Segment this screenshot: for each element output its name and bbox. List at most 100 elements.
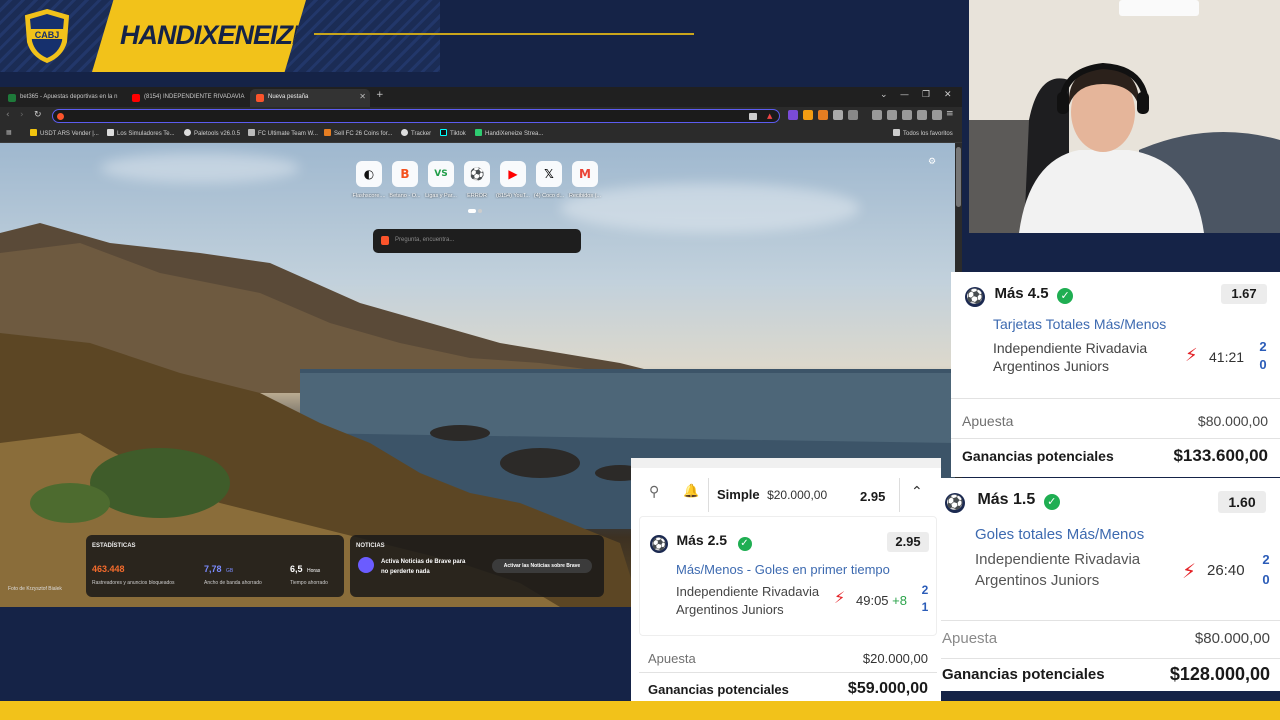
tab-new-tab[interactable]: Nueva pestaña ✕ bbox=[250, 89, 370, 107]
soccer-ball-icon: ⚽ bbox=[965, 287, 985, 307]
stake-label: Apuesta bbox=[962, 413, 1014, 429]
bookmark-item[interactable]: Tracker bbox=[401, 129, 431, 137]
news-title: NOTICIAS bbox=[356, 543, 385, 549]
live-bolt-icon: ⚡ bbox=[834, 588, 846, 607]
extension-icon[interactable] bbox=[788, 110, 798, 120]
shortcut-page-dots[interactable] bbox=[468, 209, 482, 213]
odds-badge[interactable]: 2.95 bbox=[887, 532, 929, 552]
media-icon[interactable] bbox=[872, 110, 882, 120]
restore-button[interactable]: ❐ bbox=[922, 90, 930, 100]
extension-icon[interactable] bbox=[818, 110, 828, 120]
youtube-shortcut-icon[interactable]: ▶ bbox=[500, 161, 526, 187]
extension-icon[interactable] bbox=[833, 110, 843, 120]
tab-title: (8154) INDEPENDIENTE RIVADAVIA bbox=[144, 94, 245, 100]
bookmark-item[interactable]: Sell FC 26 Coins for... bbox=[324, 129, 392, 137]
reload-icon[interactable]: ↻ bbox=[34, 110, 42, 120]
news-widget: NOTICIAS Activa Noticias de Brave para n… bbox=[350, 535, 604, 597]
bookmark-item[interactable]: Los Simuladores Te... bbox=[107, 129, 175, 137]
stake-amount[interactable]: $20.000,00 bbox=[863, 651, 928, 666]
pin-icon[interactable]: ⚲ bbox=[649, 484, 659, 500]
stake-amount: $80.000,00 bbox=[1194, 630, 1270, 647]
team-home: Independiente Rivadavia bbox=[975, 551, 1141, 568]
stake-label: Apuesta bbox=[648, 651, 696, 666]
tab-title: bet365 - Apuestas deportivas en la n bbox=[20, 94, 118, 100]
tab-bet365[interactable]: bet365 - Apuestas deportivas en la n bbox=[2, 89, 124, 107]
error-shortcut-icon[interactable]: ⚽ bbox=[464, 161, 490, 187]
betano-shortcut-icon[interactable]: B bbox=[392, 161, 418, 187]
x-shortcut-icon[interactable]: 𝕏 bbox=[536, 161, 562, 187]
stream-overlay: CABJ HANDIXENEIZE bet365 - Apuestas depo… bbox=[0, 0, 1280, 720]
divider bbox=[951, 398, 1280, 399]
odds-badge[interactable]: 1.60 bbox=[1218, 491, 1266, 513]
returns-label: Ganancias potenciales bbox=[942, 666, 1105, 683]
forward-icon[interactable]: › bbox=[20, 110, 24, 120]
team-away: Argentinos Juniors bbox=[993, 358, 1109, 374]
team-away: Argentinos Juniors bbox=[975, 572, 1100, 589]
selection-name: Más 1.5 bbox=[977, 491, 1036, 508]
address-bar[interactable]: ▲ bbox=[52, 109, 780, 123]
bottom-gold-bar bbox=[0, 701, 1280, 720]
new-tab-button[interactable]: + bbox=[376, 90, 384, 100]
tab-bar: bet365 - Apuestas deportivas en la n (81… bbox=[0, 87, 962, 107]
bookmark-item[interactable]: USDT ARS Vender |... bbox=[30, 129, 99, 137]
vs-shortcut-icon[interactable]: VS bbox=[428, 161, 454, 187]
close-tab-icon[interactable]: ✕ bbox=[359, 92, 366, 101]
back-icon[interactable]: ‹ bbox=[6, 110, 10, 120]
close-window-button[interactable]: ✕ bbox=[944, 90, 952, 100]
extension-icon[interactable] bbox=[803, 110, 813, 120]
gmail-shortcut-icon[interactable]: M bbox=[572, 161, 598, 187]
divider bbox=[940, 658, 1280, 659]
bookmark-item[interactable]: Paletools v26.0.5 bbox=[184, 129, 240, 137]
market-name: Tarjetas Totales Más/Menos bbox=[993, 316, 1167, 332]
search-input[interactable]: Pregunta, encuentra... bbox=[373, 229, 581, 253]
stake-amount: $80.000,00 bbox=[1197, 413, 1268, 429]
news-icon bbox=[358, 557, 374, 573]
returns-amount: $59.000,00 bbox=[847, 680, 928, 697]
brave-icon bbox=[57, 113, 64, 120]
odds-badge[interactable]: 1.67 bbox=[1221, 284, 1267, 304]
bookmark-icon[interactable] bbox=[902, 110, 912, 120]
live-bolt-icon: ⚡ bbox=[1185, 345, 1198, 366]
bookmark-item[interactable]: Tiktok bbox=[440, 129, 466, 137]
apps-grid-icon[interactable]: ▦ bbox=[6, 129, 12, 136]
match-clock: 26:40 bbox=[1207, 562, 1245, 579]
soccer-ball-icon: ⚽ bbox=[945, 493, 965, 513]
sidebar-icon[interactable] bbox=[887, 110, 897, 120]
menu-icon[interactable]: ≡ bbox=[946, 109, 954, 119]
selection-header: ⚽ Más 2.5 ✓ bbox=[650, 532, 752, 553]
check-icon: ✓ bbox=[1057, 288, 1074, 304]
betslip-panel: ⚲ 🔔 Simple $20.000,00 2.95 ⌃ ⚽ Más 2.5 ✓… bbox=[631, 458, 941, 703]
tab-youtube[interactable]: (8154) INDEPENDIENTE RIVADAVIA bbox=[126, 89, 248, 107]
shield-icon[interactable] bbox=[749, 113, 757, 120]
betslip-top-strip bbox=[631, 458, 941, 468]
rewards-icon[interactable]: ▲ bbox=[767, 112, 772, 120]
boca-crest-logo: CABJ bbox=[22, 8, 72, 64]
divider bbox=[899, 478, 900, 512]
chevron-up-icon[interactable]: ⌃ bbox=[911, 484, 923, 500]
match-clock: 49:05 +8 bbox=[856, 593, 907, 608]
divider bbox=[708, 478, 709, 512]
svg-text:CABJ: CABJ bbox=[35, 30, 60, 40]
bookmark-item[interactable]: HandiXeneize Strea... bbox=[475, 129, 543, 137]
team-away: Argentinos Juniors bbox=[676, 602, 784, 617]
shortcut-label: Recibidos (... bbox=[568, 193, 602, 199]
extensions-icon[interactable] bbox=[917, 110, 927, 120]
added-time: +8 bbox=[892, 593, 907, 608]
channel-brand-name: HANDIXENEIZE bbox=[120, 20, 310, 50]
all-bookmarks-folder[interactable]: Todos los favoritos bbox=[893, 129, 953, 137]
tab-search-button[interactable]: ⌄ bbox=[880, 90, 888, 100]
returns-amount: $133.600,00 bbox=[1173, 446, 1268, 465]
settings-gear-icon[interactable]: ⚙ bbox=[928, 157, 936, 167]
activate-news-button[interactable]: Activar las Noticias sobre Brave bbox=[492, 559, 592, 573]
minimize-button[interactable]: — bbox=[900, 90, 909, 100]
soccer-ball-icon: ⚽ bbox=[650, 535, 668, 553]
divider bbox=[940, 620, 1280, 621]
flashscore-shortcut-icon[interactable]: ◐ bbox=[356, 161, 382, 187]
extension-icon[interactable] bbox=[848, 110, 858, 120]
vpn-icon[interactable] bbox=[932, 110, 942, 120]
bell-icon[interactable]: 🔔 bbox=[683, 484, 699, 499]
bookmark-item[interactable]: FC Ultimate Team W... bbox=[248, 129, 318, 137]
stake-label: Apuesta bbox=[942, 630, 998, 647]
market-name: Goles totales Más/Menos bbox=[975, 526, 1145, 543]
navigation-bar: ‹ › ↻ ▲ ≡ bbox=[0, 107, 962, 125]
